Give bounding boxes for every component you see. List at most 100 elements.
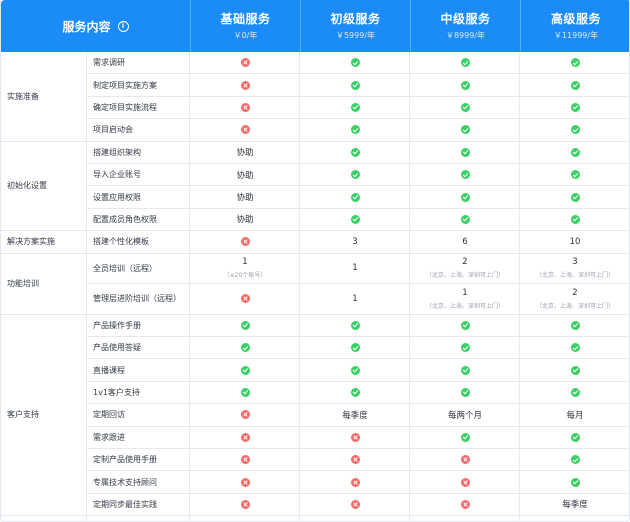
cross-icon <box>240 294 250 304</box>
row-label: 专属技术支持顾问 <box>93 477 157 487</box>
cell-value: 1 <box>352 293 358 304</box>
check-icon <box>460 58 470 68</box>
table-row: 配置成员角色权限 协助 <box>87 209 629 232</box>
plan-cell <box>300 119 410 140</box>
plan-cell <box>410 209 520 230</box>
check-icon <box>570 387 580 397</box>
plan-cell <box>410 97 520 118</box>
row-label: 直播课程 <box>93 365 125 375</box>
check-icon <box>460 320 470 330</box>
plan-cell <box>190 359 300 380</box>
plan-cell <box>410 74 520 95</box>
plan-cell: 协助 <box>190 209 300 230</box>
plan-cell: 6 <box>410 231 520 252</box>
check-icon <box>350 102 360 112</box>
cross-icon <box>240 432 250 442</box>
check-icon <box>570 147 580 157</box>
row-label: 产品使用答疑 <box>93 343 141 353</box>
check-icon <box>460 147 470 157</box>
check-icon <box>460 432 470 442</box>
plan-cell: 1 （≤20个账号） <box>190 254 300 284</box>
cross-icon <box>240 58 250 68</box>
table-row: 搭建个性化模板 3 6 10 <box>87 231 629 254</box>
plan-cell: 1 （北京、上海、深圳可上门） <box>410 284 520 314</box>
cell-value: 协助 <box>236 148 254 159</box>
check-icon <box>570 432 580 442</box>
plan-cell <box>410 142 520 163</box>
plan-cell <box>190 74 300 95</box>
cross-icon <box>240 102 250 112</box>
check-icon <box>350 170 360 180</box>
cross-icon <box>350 455 360 465</box>
cell-value: 10 <box>569 236 581 247</box>
plan-cell <box>410 186 520 207</box>
check-icon <box>460 365 470 375</box>
category-label: 客户支持 <box>1 314 87 517</box>
plan-cell: 每季度 <box>300 404 410 425</box>
info-icon[interactable]: i <box>117 20 129 32</box>
plan-cell <box>190 97 300 118</box>
plan-name: 中级服务 <box>440 12 491 26</box>
plan-cell: 每两个月 <box>410 404 520 425</box>
check-icon <box>350 387 360 397</box>
cell-value: 1 <box>242 257 248 268</box>
check-icon <box>460 214 470 224</box>
row-label: 产品操作手册 <box>93 320 141 330</box>
check-icon <box>460 387 470 397</box>
plan-cell <box>300 494 410 515</box>
plan-cell <box>410 382 520 403</box>
plan-cell: 2 （北京、上海、深圳可上门） <box>520 284 629 314</box>
plan-cell <box>520 382 629 403</box>
cross-icon <box>460 477 470 487</box>
plan-cell <box>520 142 629 163</box>
check-icon <box>350 343 360 353</box>
row-label: 确定项目实施流程 <box>93 102 157 112</box>
row-label: 导入企业账号 <box>93 170 141 180</box>
plan-cell <box>300 74 410 95</box>
plan-cell <box>520 74 629 95</box>
plan-cell <box>410 359 520 380</box>
row-label: 项目启动会 <box>93 125 133 135</box>
cell-value: 每两个月 <box>447 410 482 421</box>
plan-cell: 每月 <box>520 404 629 425</box>
category-label: 解决方案实施 <box>1 231 87 254</box>
header-service-content: 服务内容 i <box>1 0 190 52</box>
header-title: 服务内容 <box>62 19 111 34</box>
plan-cell <box>300 471 410 492</box>
table-row: 项目启动会 <box>87 119 629 142</box>
plan-cell <box>300 359 410 380</box>
plan-cell: 协助 <box>190 186 300 207</box>
plan-cell <box>300 186 410 207</box>
table-row: 导入企业账号 协助 <box>87 164 629 187</box>
row-label: 搭建个性化模板 <box>93 237 149 247</box>
cross-icon <box>460 455 470 465</box>
plan-cell <box>190 449 300 470</box>
table-row: 设置应用权限 协助 <box>87 186 629 209</box>
cell-value: 1 <box>352 263 358 274</box>
check-icon <box>570 192 580 202</box>
plan-cell: 1 <box>300 284 410 314</box>
row-label: 需求调研 <box>93 58 125 68</box>
row-label: 搭建组织架构 <box>93 147 141 157</box>
plan-cell <box>300 337 410 358</box>
cross-icon <box>240 80 250 90</box>
plan-cell: 协助 <box>190 164 300 185</box>
table-row: 管理层进阶培训（远程） 1 1 （北京、上海、深圳可上门） 2 （北京、上海、深圳可上门） <box>87 284 629 315</box>
cross-icon <box>240 237 250 247</box>
cross-icon <box>350 477 360 487</box>
check-icon <box>460 80 470 90</box>
check-icon <box>240 343 250 353</box>
plan-cell <box>300 427 410 448</box>
plan-cell <box>520 164 629 185</box>
header-plan-advanced: 高级服务 ￥11999/年 <box>520 0 629 52</box>
cross-icon <box>350 499 360 509</box>
category-label: 功能培训 <box>1 253 87 315</box>
check-icon <box>460 125 470 135</box>
cell-note: （≤20个账号） <box>223 272 267 280</box>
check-icon <box>570 214 580 224</box>
plan-cell <box>410 337 520 358</box>
row-label: 配置成员角色权限 <box>93 214 157 224</box>
plan-cell <box>520 186 629 207</box>
plan-cell: 3 <box>300 231 410 252</box>
check-icon <box>570 102 580 112</box>
